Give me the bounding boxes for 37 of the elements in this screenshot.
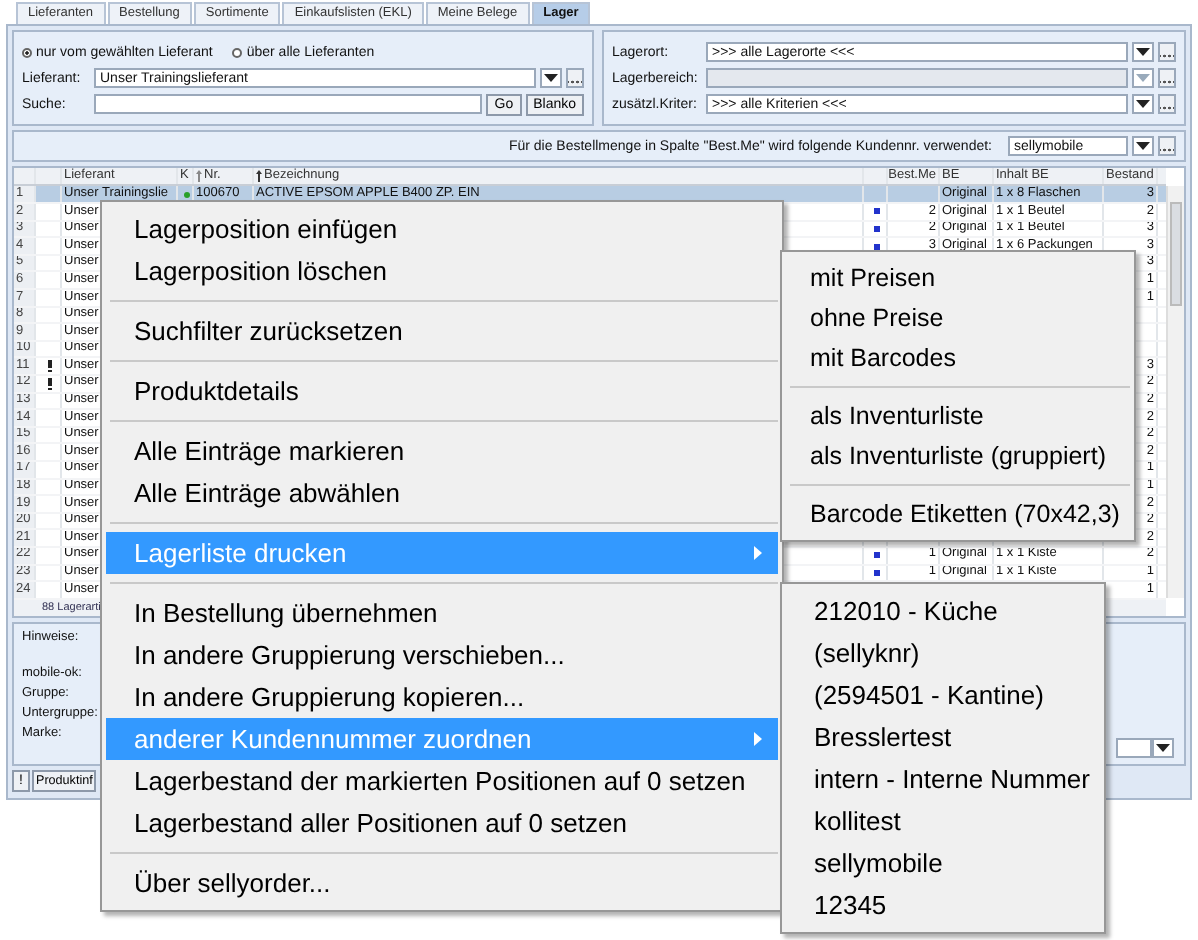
dropdown-arrow-icon[interactable]: [540, 68, 562, 89]
menu-item[interactable]: ohne Preise: [786, 298, 1130, 338]
menu-item[interactable]: intern - Interne Nummer: [786, 758, 1100, 800]
menu-item[interactable]: Barcode Etiketten (70x42,3): [786, 494, 1130, 534]
more-button[interactable]: [1158, 68, 1176, 89]
dropdown-arrow-icon[interactable]: [1132, 136, 1154, 157]
menu-item[interactable]: sellymobile: [786, 842, 1100, 884]
menu-item[interactable]: Lagerbestand aller Positionen auf 0 setzen: [106, 802, 778, 844]
scrollbar[interactable]: [1166, 185, 1184, 598]
menu-item[interactable]: In andere Gruppierung verschieben...: [106, 634, 778, 676]
radio-button[interactable]: [232, 47, 243, 58]
more-button[interactable]: [1158, 94, 1176, 115]
menu-item[interactable]: Lagerbestand der markierten Positionen auf 0 setzen: [106, 760, 778, 802]
menu-item[interactable]: In Bestellung übernehmen: [106, 592, 778, 634]
dropdown-arrow-icon[interactable]: [1132, 42, 1154, 63]
menu-item[interactable]: kollitest: [786, 800, 1100, 842]
dropdown-arrow-icon[interactable]: [1152, 738, 1174, 759]
sort-arrow-icon: [256, 170, 262, 183]
menu-item[interactable]: 12345: [786, 884, 1100, 926]
menu-item[interactable]: (2594501 - Kantine): [786, 674, 1100, 716]
more-button[interactable]: [1158, 42, 1176, 63]
dropdown-field[interactable]: [1116, 738, 1152, 759]
menu-item[interactable]: 212010 - Küche: [786, 590, 1100, 632]
menu-item[interactable]: mit Preisen: [786, 258, 1130, 298]
menu-item[interactable]: Bresslertest: [786, 716, 1100, 758]
menu-item[interactable]: mit Barcodes: [786, 338, 1130, 378]
more-button[interactable]: [1158, 136, 1176, 157]
radio-button[interactable]: [22, 47, 32, 58]
menu-item[interactable]: (sellyknr): [786, 632, 1100, 674]
sort-arrow-icon: [196, 170, 202, 183]
menu-item[interactable]: Über sellyorder...: [106, 862, 778, 904]
menu-item[interactable]: als Inventurliste (gruppiert): [786, 436, 1130, 476]
menu-item[interactable]: als Inventurliste: [786, 396, 1130, 436]
search-field[interactable]: [94, 94, 483, 115]
menu-item[interactable]: In andere Gruppierung kopieren...: [106, 676, 778, 718]
dropdown-arrow-icon[interactable]: [1132, 94, 1154, 115]
more-button[interactable]: [566, 68, 584, 89]
